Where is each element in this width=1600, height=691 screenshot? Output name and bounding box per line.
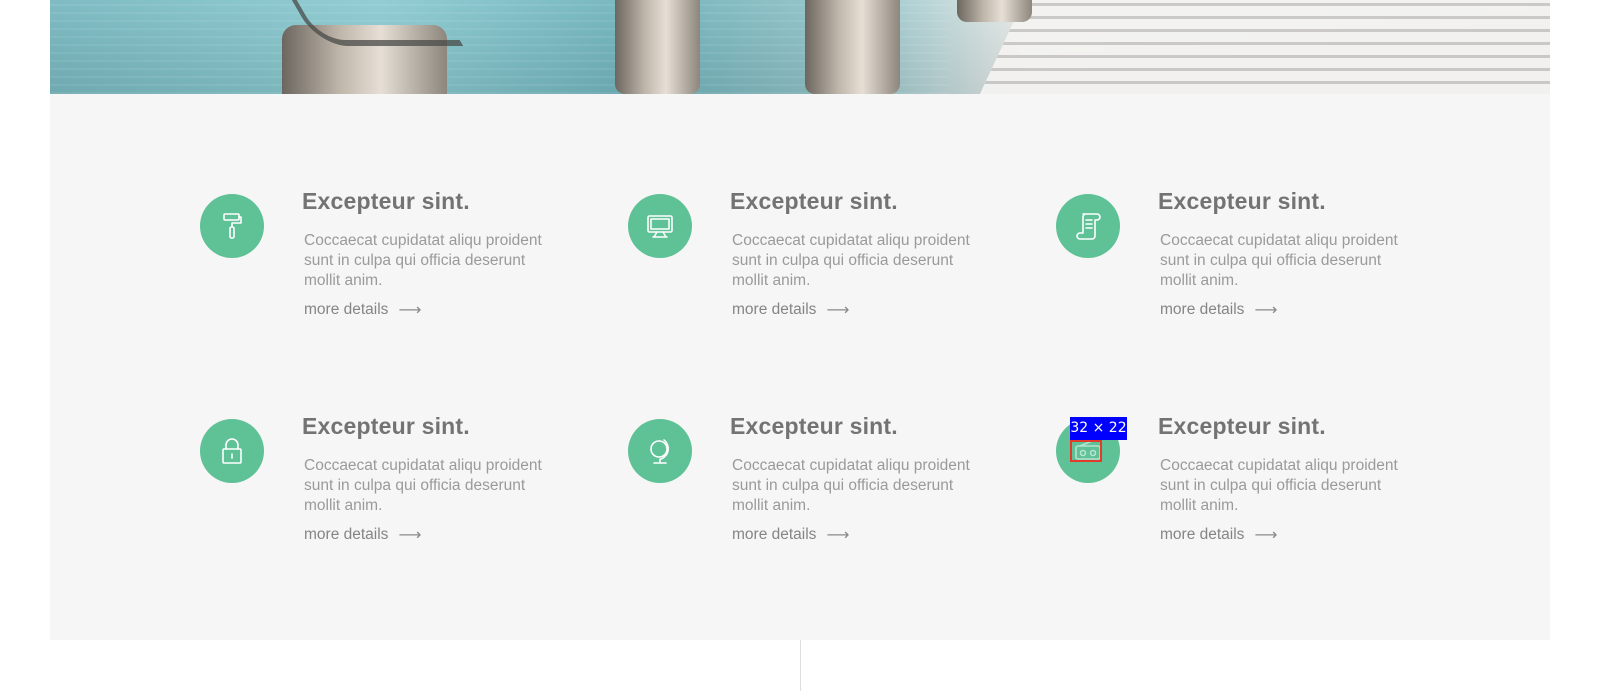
- scroll-document-icon: [1076, 213, 1101, 240]
- more-details-link[interactable]: more details ⟶: [1160, 300, 1277, 320]
- feature-icon-badge: [1056, 194, 1120, 258]
- feature-title: Excepteur sint.: [302, 188, 470, 214]
- hero-image: [50, 0, 1550, 94]
- more-details-label: more details: [1160, 526, 1245, 543]
- more-details-label: more details: [1160, 301, 1245, 318]
- arrow-right-icon: ⟶: [1254, 302, 1278, 319]
- paint-roller-icon: [223, 213, 242, 239]
- more-details-label: more details: [732, 301, 817, 318]
- padlock-icon: [222, 438, 242, 464]
- hero-post: [805, 0, 900, 94]
- feature-title: Excepteur sint.: [730, 188, 898, 214]
- feature-title: Excepteur sint.: [730, 413, 898, 439]
- footer-divider: [800, 640, 801, 691]
- hero-post: [957, 0, 1032, 22]
- feature-icon-badge: [200, 419, 264, 483]
- feature-card: Excepteur sint. Coccaecat cupidatat aliq…: [628, 413, 988, 559]
- feature-icon-badge: [628, 194, 692, 258]
- feature-description: Coccaecat cupidatat aliqu proident sunt …: [1160, 232, 1398, 289]
- feature-description: Coccaecat cupidatat aliqu proident sunt …: [732, 457, 970, 514]
- more-details-link[interactable]: more details ⟶: [732, 300, 849, 320]
- feature-description: Coccaecat cupidatat aliqu proident sunt …: [304, 232, 542, 289]
- feature-card: Excepteur sint. Coccaecat cupidatat aliq…: [1056, 413, 1416, 559]
- feature-description: Coccaecat cupidatat aliqu proident sunt …: [732, 232, 970, 289]
- monitor-icon: [647, 215, 673, 238]
- page: Excepteur sint. Coccaecat cupidatat aliq…: [0, 0, 1600, 691]
- feature-icon-badge: [628, 419, 692, 483]
- more-details-link[interactable]: more details ⟶: [1160, 525, 1277, 545]
- feature-card: Excepteur sint. Coccaecat cupidatat aliq…: [628, 188, 988, 334]
- arrow-right-icon: ⟶: [398, 527, 422, 544]
- arrow-right-icon: ⟶: [826, 302, 850, 319]
- more-details-link[interactable]: more details ⟶: [732, 525, 849, 545]
- arrow-right-icon: ⟶: [826, 527, 850, 544]
- feature-card: Excepteur sint. Coccaecat cupidatat aliq…: [200, 188, 560, 334]
- feature-description: Coccaecat cupidatat aliqu proident sunt …: [304, 457, 542, 514]
- arrow-right-icon: ⟶: [1254, 527, 1278, 544]
- dimension-highlight-box: [1070, 440, 1102, 462]
- features-section: Excepteur sint. Coccaecat cupidatat aliq…: [50, 94, 1550, 640]
- feature-icon-badge: [200, 194, 264, 258]
- feature-card: Excepteur sint. Coccaecat cupidatat aliq…: [200, 413, 560, 559]
- feature-title: Excepteur sint.: [302, 413, 470, 439]
- hero-post: [615, 0, 700, 94]
- feature-card: Excepteur sint. Coccaecat cupidatat aliq…: [1056, 188, 1416, 334]
- dimension-label: 32 × 22: [1070, 417, 1127, 440]
- feature-title: Excepteur sint.: [1158, 413, 1326, 439]
- feature-title: Excepteur sint.: [1158, 188, 1326, 214]
- arrow-right-icon: ⟶: [398, 302, 422, 319]
- more-details-label: more details: [304, 301, 389, 318]
- more-details-link[interactable]: more details ⟶: [304, 525, 421, 545]
- globe-icon: [650, 439, 670, 464]
- more-details-label: more details: [304, 526, 389, 543]
- more-details-label: more details: [732, 526, 817, 543]
- hero-dock: [980, 0, 1550, 94]
- feature-description: Coccaecat cupidatat aliqu proident sunt …: [1160, 457, 1398, 514]
- more-details-link[interactable]: more details ⟶: [304, 300, 421, 320]
